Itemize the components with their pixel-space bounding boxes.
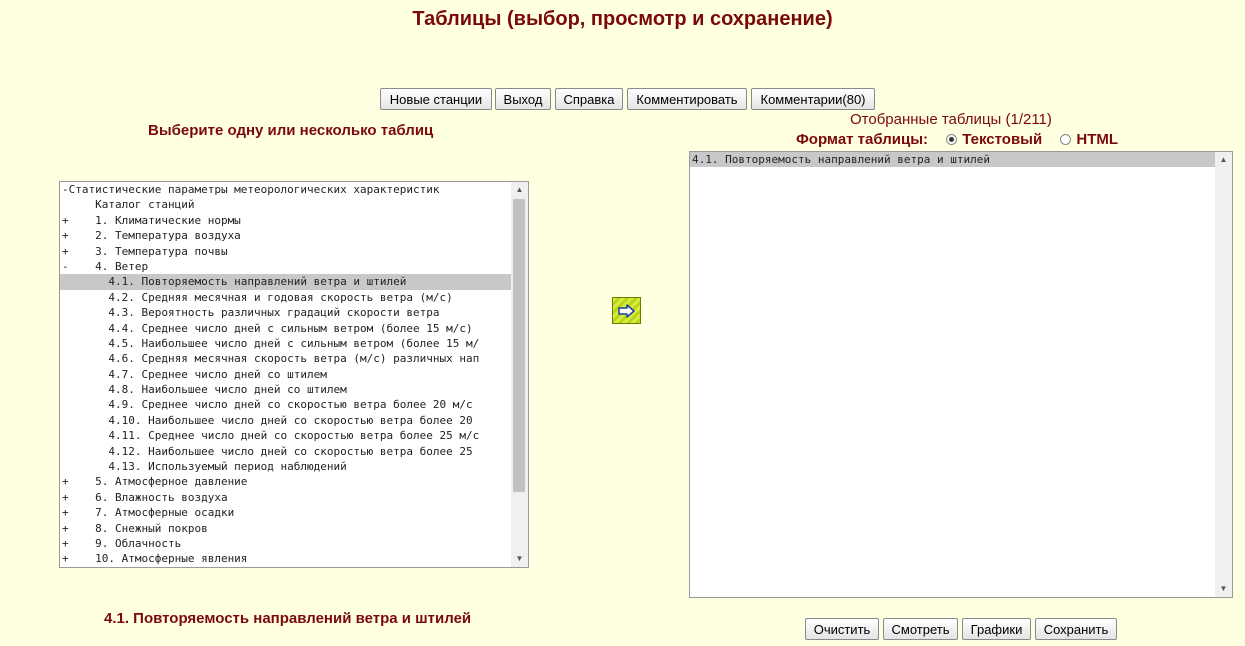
tree-item[interactable]: + 8. Снежный покров <box>60 521 511 536</box>
tree-item[interactable]: 4.10. Наибольшее число дней со скоростью… <box>60 413 511 428</box>
charts-button[interactable]: Графики <box>962 618 1031 640</box>
selected-tables-label: Отобранные таблицы (1/211) <box>850 111 1052 128</box>
tree-item[interactable]: + 2. Температура воздуха <box>60 228 511 243</box>
tree-item[interactable]: 4.6. Средняя месячная скорость ветра (м/… <box>60 351 511 366</box>
format-label: Формат таблицы: <box>796 131 929 148</box>
tree-item[interactable]: 4.1. Повторяемость направлений ветра и ш… <box>60 274 511 290</box>
selected-rows: 4.1. Повторяемость направлений ветра и ш… <box>690 152 1215 168</box>
tree-item[interactable]: + 6. Влажность воздуха <box>60 490 511 505</box>
selected-table-item[interactable]: 4.1. Повторяемость направлений ветра и ш… <box>690 152 1215 168</box>
tree-scrollbar[interactable]: ▲ ▼ <box>511 182 528 567</box>
format-option-text[interactable]: Текстовый <box>946 131 1042 148</box>
arrow-right-icon <box>617 303 635 318</box>
help-button[interactable]: Справка <box>555 88 623 110</box>
exit-button[interactable]: Выход <box>495 88 551 110</box>
tree-item[interactable]: + 10. Атмосферные явления <box>60 551 511 566</box>
tree-item[interactable]: + 3. Температура почвы <box>60 244 511 259</box>
tree-item[interactable]: 4.2. Средняя месячная и годовая скорость… <box>60 290 511 305</box>
radio-html[interactable] <box>1060 134 1072 145</box>
scroll-up-icon[interactable]: ▲ <box>1215 152 1232 168</box>
save-button[interactable]: Сохранить <box>1035 618 1117 640</box>
comments-button[interactable]: Комментарии(80) <box>751 88 875 110</box>
tree-item[interactable]: 4.4. Среднее число дней с сильным ветром… <box>60 321 511 336</box>
tree-item[interactable]: 4.11. Среднее число дней со скоростью ве… <box>60 428 511 443</box>
format-option-html[interactable]: HTML <box>1060 131 1118 148</box>
tree-item[interactable]: 4.7. Среднее число дней со штилем <box>60 367 511 382</box>
tree-item[interactable]: + 9. Облачность <box>60 536 511 551</box>
tree-item[interactable]: 4.5. Наибольшее число дней с сильным вет… <box>60 336 511 351</box>
tree-item[interactable]: 4.3. Вероятность различных градаций скор… <box>60 305 511 320</box>
scroll-down-icon[interactable]: ▼ <box>1215 581 1232 597</box>
current-table-title: 4.1. Повторяемость направлений ветра и ш… <box>104 610 472 627</box>
selected-scrollbar[interactable]: ▲ ▼ <box>1215 152 1232 597</box>
table-format-row: Формат таблицы: Текстовый HTML <box>796 131 1132 148</box>
tree-item[interactable]: 4.8. Наибольшее число дней со штилем <box>60 382 511 397</box>
tree-item[interactable]: Каталог станций <box>60 197 511 212</box>
tree-item[interactable]: + 5. Атмосферное давление <box>60 474 511 489</box>
scroll-down-icon[interactable]: ▼ <box>511 551 528 567</box>
tree-item[interactable]: 4.13. Используемый период наблюдений <box>60 459 511 474</box>
tree-item[interactable]: + 7. Атмосферные осадки <box>60 505 511 520</box>
tree-item[interactable]: + 1. Климатические нормы <box>60 213 511 228</box>
radio-text[interactable] <box>946 134 958 145</box>
tree-item[interactable]: 4.12. Наибольшее число дней со скоростью… <box>60 444 511 459</box>
page-title: Таблицы (выбор, просмотр и сохранение) <box>412 8 833 30</box>
tree-item[interactable]: -Статистические параметры метеорологичес… <box>60 182 511 197</box>
scroll-thumb[interactable] <box>513 199 525 492</box>
tree-rows: -Статистические параметры метеорологичес… <box>60 182 511 567</box>
view-button[interactable]: Смотреть <box>883 618 958 640</box>
add-table-button[interactable] <box>612 297 641 324</box>
tree-item[interactable]: 4.9. Среднее число дней со скоростью вет… <box>60 397 511 412</box>
scroll-up-icon[interactable]: ▲ <box>511 182 528 198</box>
selected-tables-list[interactable]: 4.1. Повторяемость направлений ветра и ш… <box>689 151 1233 598</box>
tables-tree-list[interactable]: -Статистические параметры метеорологичес… <box>59 181 529 568</box>
select-tables-heading: Выберите одну или несколько таблиц <box>148 122 434 139</box>
new-stations-button[interactable]: Новые станции <box>380 88 492 110</box>
clear-button[interactable]: Очистить <box>805 618 879 640</box>
tree-item[interactable]: - 4. Ветер <box>60 259 511 274</box>
comment-button[interactable]: Комментировать <box>627 88 747 110</box>
